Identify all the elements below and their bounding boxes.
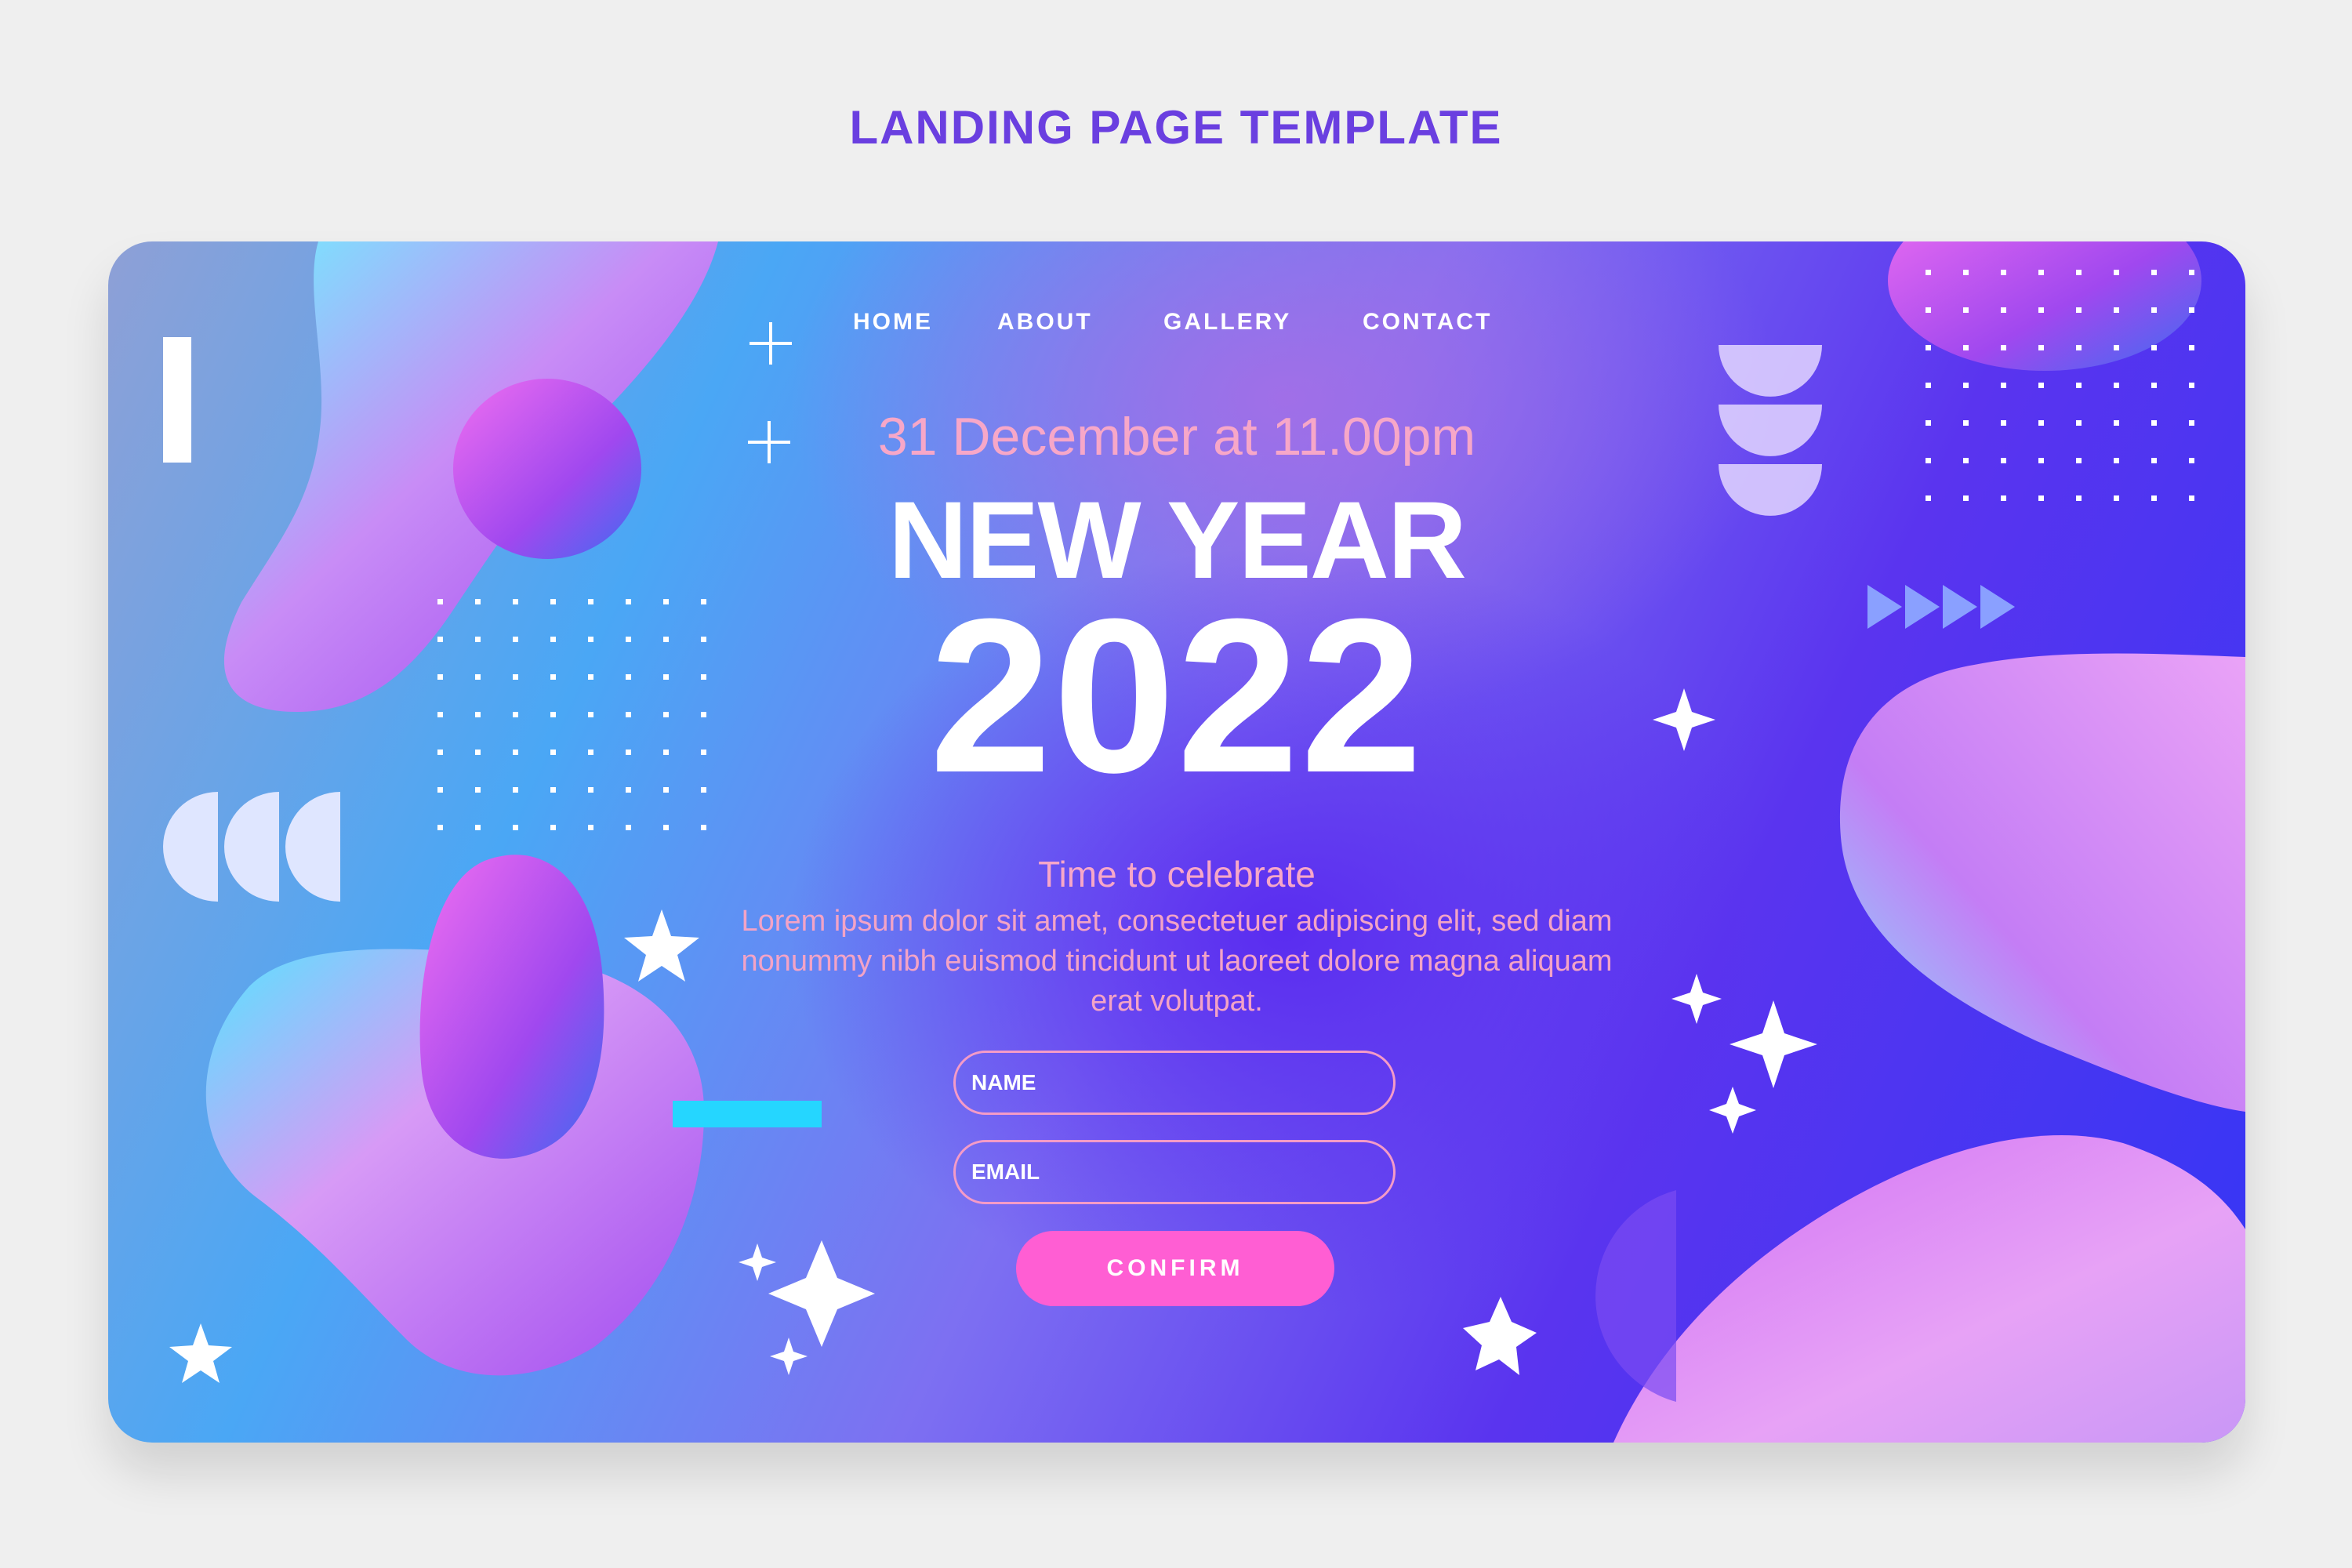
dot: [2076, 307, 2082, 313]
dot: [2038, 307, 2044, 313]
dot: [2151, 270, 2157, 275]
confirm-button[interactable]: CONFIRM: [1016, 1231, 1334, 1306]
dot: [2151, 383, 2157, 388]
half-circle-right-1: [1719, 345, 1822, 397]
dot: [2151, 307, 2157, 313]
dot: [2001, 383, 2006, 388]
dot: [437, 825, 443, 830]
dot: [2189, 383, 2194, 388]
dot: [1963, 307, 1969, 313]
dot: [2076, 345, 2082, 350]
nav-about[interactable]: ABOUT: [997, 309, 1093, 336]
dot: [2038, 345, 2044, 350]
semi-circle-purple: [1595, 1190, 1676, 1402]
dot: [2076, 383, 2082, 388]
dot: [2038, 270, 2044, 275]
dot: [513, 825, 518, 830]
email-input[interactable]: [956, 1142, 1393, 1202]
landing-card: HOME ABOUT GALLERY CONTACT 31 December a…: [108, 241, 2245, 1443]
dot: [2001, 270, 2006, 275]
name-input[interactable]: [956, 1053, 1393, 1112]
name-field: [953, 1051, 1396, 1115]
dot: [2189, 270, 2194, 275]
dot: [1926, 270, 1931, 275]
dot: [1963, 345, 1969, 350]
event-date: 31 December at 11.00pm: [877, 407, 1476, 466]
blob-top-right: [1888, 241, 2201, 371]
dot: [1963, 383, 1969, 388]
dot: [2151, 345, 2157, 350]
dot: [588, 825, 593, 830]
blob-bottom-right: [1613, 1135, 2245, 1443]
email-field: [953, 1140, 1396, 1204]
dot: [2001, 345, 2006, 350]
nav-gallery[interactable]: GALLERY: [1163, 309, 1291, 336]
dot: [2189, 307, 2194, 313]
dot: [2001, 307, 2006, 313]
dot: [663, 825, 669, 830]
dot: [701, 825, 706, 830]
hero-year: 2022: [929, 574, 1425, 818]
dot: [550, 825, 556, 830]
dot: [475, 825, 481, 830]
dot: [2076, 270, 2082, 275]
blob-bottom-left-pill: [419, 855, 604, 1159]
dot: [1926, 345, 1931, 350]
dot: [1963, 270, 1969, 275]
nav-contact[interactable]: CONTACT: [1363, 309, 1492, 336]
nav-home[interactable]: HOME: [853, 309, 933, 336]
page-heading: LANDING PAGE TEMPLATE: [849, 101, 1503, 154]
cyan-dash: [673, 1101, 822, 1127]
dot: [2114, 270, 2119, 275]
dot: [1926, 307, 1931, 313]
tagline: Time to celebrate: [1038, 854, 1316, 895]
body-text: Lorem ipsum dolor sit amet, consectetuer…: [741, 905, 1613, 1018]
dot: [626, 825, 631, 830]
dot: [2114, 307, 2119, 313]
dot: [2189, 345, 2194, 350]
dot: [1926, 383, 1931, 388]
dot: [2114, 345, 2119, 350]
dot: [2038, 383, 2044, 388]
dot: [2114, 383, 2119, 388]
